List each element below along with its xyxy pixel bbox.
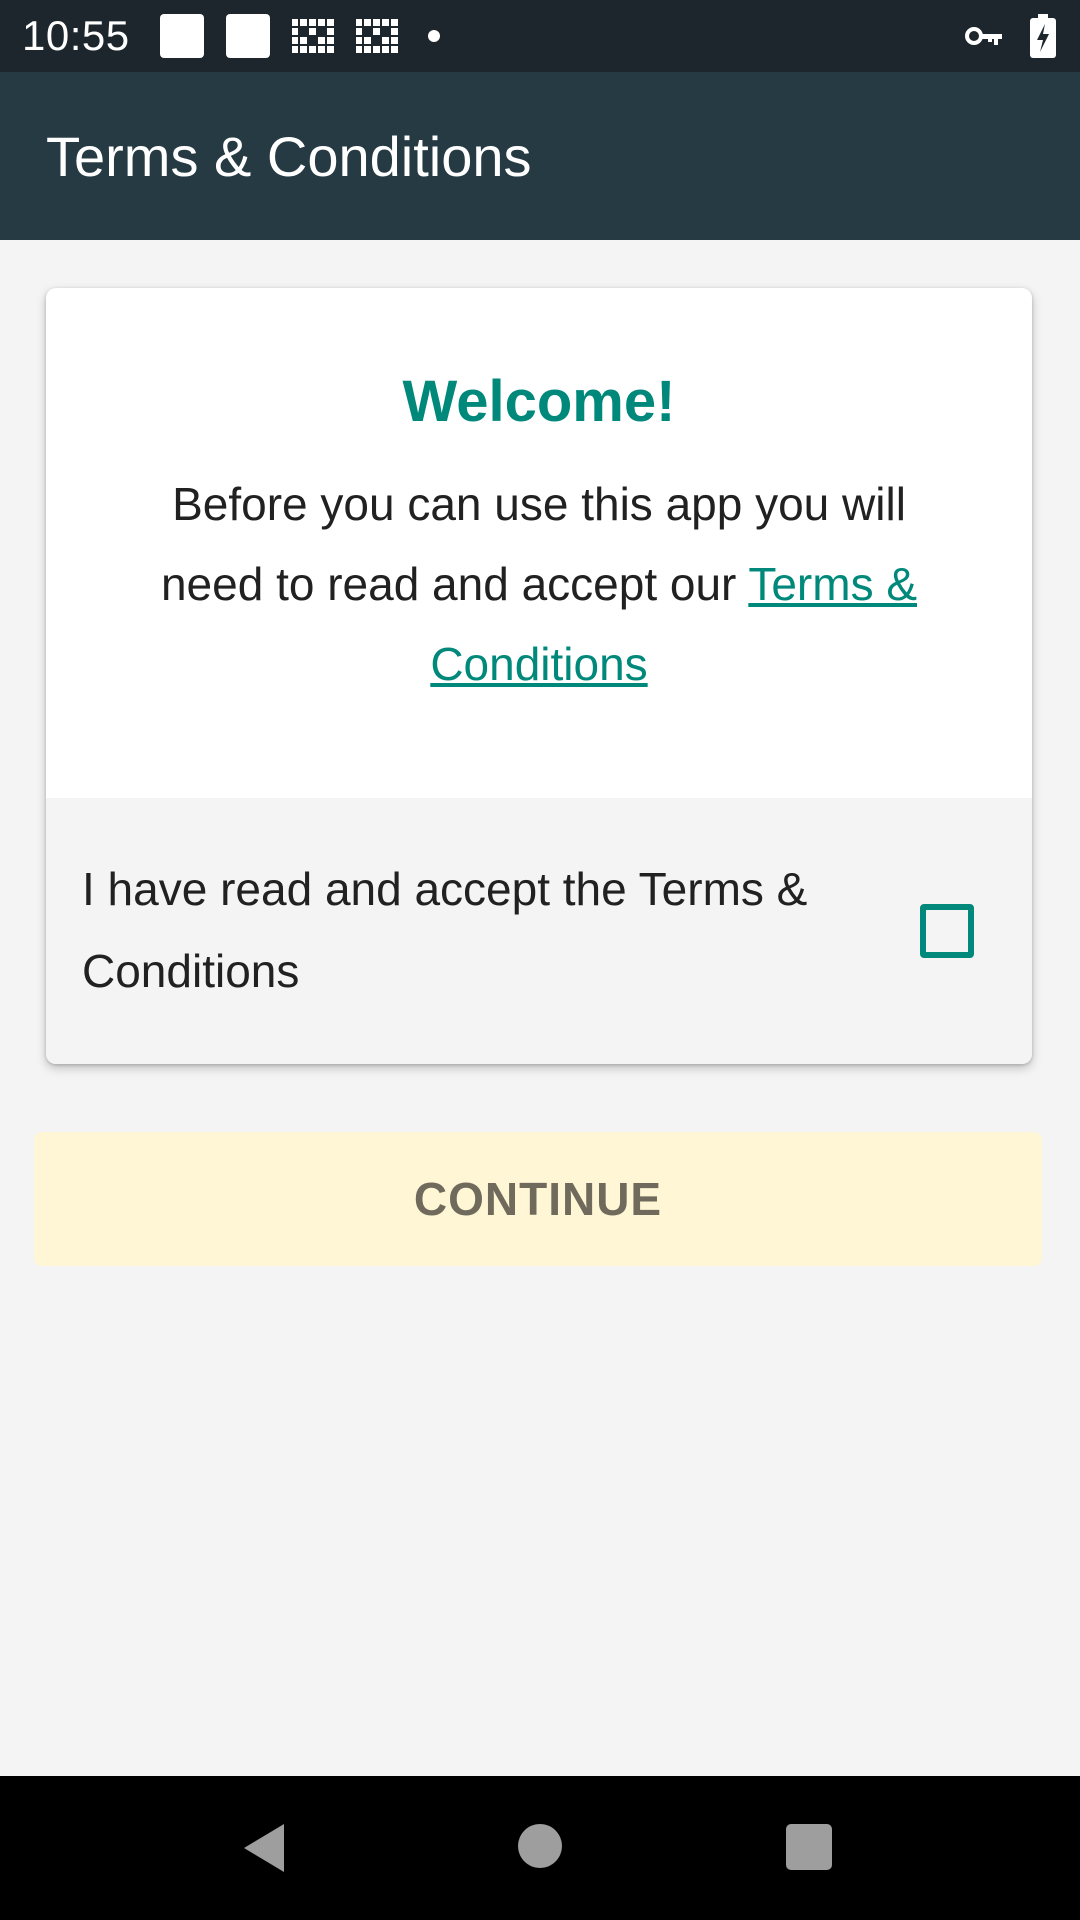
status-right [964, 14, 1056, 58]
app-icon [291, 19, 334, 53]
welcome-heading: Welcome! [402, 369, 676, 434]
back-icon[interactable] [240, 1822, 288, 1874]
intro-text: Before you can use this app you will nee… [136, 464, 942, 704]
notification-icon [159, 14, 204, 58]
app-icon [355, 19, 398, 53]
dot-icon [427, 30, 440, 42]
recents-icon[interactable] [786, 1824, 832, 1870]
status-bar: 10:55 [0, 0, 1080, 72]
accept-label: I have read and accept the Terms & Condi… [82, 863, 808, 997]
page-title: Terms & Conditions [46, 124, 532, 188]
battery-charging-icon [1030, 14, 1056, 58]
accept-checkbox[interactable] [920, 904, 974, 958]
continue-button[interactable]: CONTINUE [34, 1132, 1042, 1266]
home-icon[interactable] [518, 1824, 562, 1868]
navigation-bar [0, 1776, 1080, 1920]
notification-icon [225, 14, 270, 58]
app-bar: Terms & Conditions [0, 72, 1080, 240]
accept-row[interactable]: I have read and accept the Terms & Condi… [46, 798, 1032, 1064]
status-time: 10:55 [22, 12, 130, 59]
terms-card: Welcome! Before you can use this app you… [46, 288, 1032, 1064]
vpn-key-icon [965, 27, 1002, 45]
notification-icons [159, 14, 440, 58]
